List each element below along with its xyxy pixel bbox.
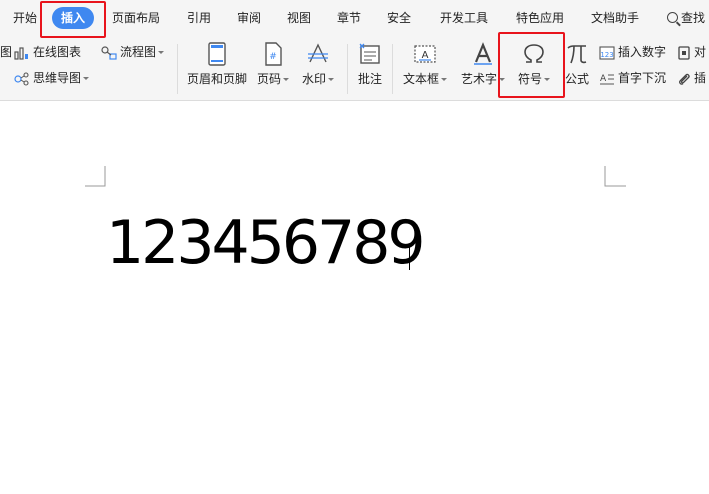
mindmap-label: 思维导图 — [33, 71, 82, 85]
tab-special-features[interactable]: 特色应用 — [516, 10, 564, 26]
document-text[interactable]: 123456789 — [106, 208, 426, 278]
omega-symbol-icon — [524, 44, 544, 63]
tab-document-assistant[interactable]: 文档助手 — [591, 10, 639, 26]
chevron-down-icon — [441, 78, 447, 81]
wordart-icon — [474, 42, 492, 65]
search-label: 查找 — [681, 11, 706, 25]
svg-text:A: A — [600, 74, 607, 84]
drop-cap-label: 首字下沉 — [618, 71, 667, 85]
page-number-label: 页码 — [256, 72, 281, 86]
textbox-button[interactable]: A 文本框 — [400, 42, 450, 87]
comment-icon — [359, 43, 380, 64]
attachment-button[interactable]: 插 — [677, 70, 706, 86]
flowchart-label: 流程图 — [120, 45, 157, 59]
drop-cap-button[interactable]: A 首字下沉 — [599, 70, 666, 86]
object-button[interactable]: 对 — [677, 44, 706, 60]
search-button[interactable]: 查找 — [667, 10, 705, 26]
tab-review[interactable]: 审阅 — [237, 10, 261, 26]
tab-page-layout[interactable]: 页面布局 — [112, 10, 160, 26]
watermark-button[interactable]: 水印 — [299, 42, 337, 87]
menu-tabs-bar: 开始 插入 页面布局 引用 审阅 视图 章节 安全 开发工具 特色应用 文档助手… — [0, 0, 709, 36]
insert-number-button[interactable]: 123 插入数字 — [599, 44, 666, 60]
object-icon — [678, 45, 690, 60]
tab-security[interactable]: 安全 — [387, 10, 411, 26]
page-number-button[interactable]: # 页码 — [254, 42, 292, 87]
flowchart-icon — [101, 45, 117, 60]
wordart-label: 艺术字 — [460, 72, 497, 86]
chevron-down-icon — [544, 78, 550, 81]
header-footer-button[interactable]: 页眉和页脚 — [184, 42, 250, 87]
ribbon-divider — [177, 44, 178, 94]
margin-corner-top-right — [604, 166, 626, 187]
tab-view[interactable]: 视图 — [287, 10, 311, 26]
chevron-down-icon — [499, 78, 505, 81]
tab-start[interactable]: 开始 — [13, 10, 37, 26]
tab-chapter[interactable]: 章节 — [337, 10, 361, 26]
attachment-label: 插 — [694, 71, 707, 85]
margin-corner-top-left — [85, 166, 106, 187]
comment-button[interactable]: 批注 — [354, 42, 386, 87]
partial-picture-button[interactable]: 图 — [0, 44, 12, 60]
page-number-icon: # — [265, 42, 282, 66]
flowchart-button[interactable]: 流程图 — [101, 44, 165, 60]
formula-button[interactable]: 公式 — [561, 42, 593, 87]
header-footer-icon — [208, 42, 226, 66]
pi-formula-icon — [567, 45, 587, 64]
watermark-icon — [308, 43, 328, 63]
online-chart-icon — [14, 46, 28, 60]
chevron-down-icon — [283, 78, 289, 81]
drop-cap-icon: A — [600, 74, 614, 85]
tab-developer-tools[interactable]: 开发工具 — [440, 10, 488, 26]
symbol-label: 符号 — [517, 72, 542, 86]
online-chart-button[interactable]: 在线图表 — [14, 44, 81, 60]
formula-label: 公式 — [564, 72, 589, 86]
ribbon-divider — [347, 44, 348, 94]
mindmap-icon — [14, 71, 29, 86]
insert-number-label: 插入数字 — [618, 45, 667, 59]
online-chart-label: 在线图表 — [33, 45, 82, 59]
ribbon-divider — [392, 44, 393, 94]
chevron-down-icon — [83, 77, 90, 80]
comment-label: 批注 — [357, 72, 382, 86]
paperclip-icon — [679, 73, 690, 85]
mindmap-button[interactable]: 思维导图 — [14, 70, 90, 86]
tab-references[interactable]: 引用 — [187, 10, 211, 26]
object-label: 对 — [694, 45, 707, 59]
watermark-label: 水印 — [301, 72, 326, 86]
symbol-button[interactable]: 符号 — [510, 42, 558, 87]
search-icon — [667, 12, 678, 23]
textbox-label: 文本框 — [402, 72, 439, 86]
insert-number-icon: 123 — [599, 45, 615, 60]
textbox-icon: A — [414, 45, 436, 63]
svg-text:123: 123 — [600, 51, 613, 59]
tab-insert[interactable]: 插入 — [52, 7, 95, 29]
header-footer-label: 页眉和页脚 — [186, 72, 247, 86]
svg-text:#: # — [269, 52, 277, 62]
wordart-button[interactable]: 艺术字 — [458, 42, 508, 87]
chevron-down-icon — [158, 51, 165, 54]
chevron-down-icon — [328, 78, 334, 81]
text-cursor — [409, 246, 410, 270]
svg-text:A: A — [422, 50, 429, 61]
